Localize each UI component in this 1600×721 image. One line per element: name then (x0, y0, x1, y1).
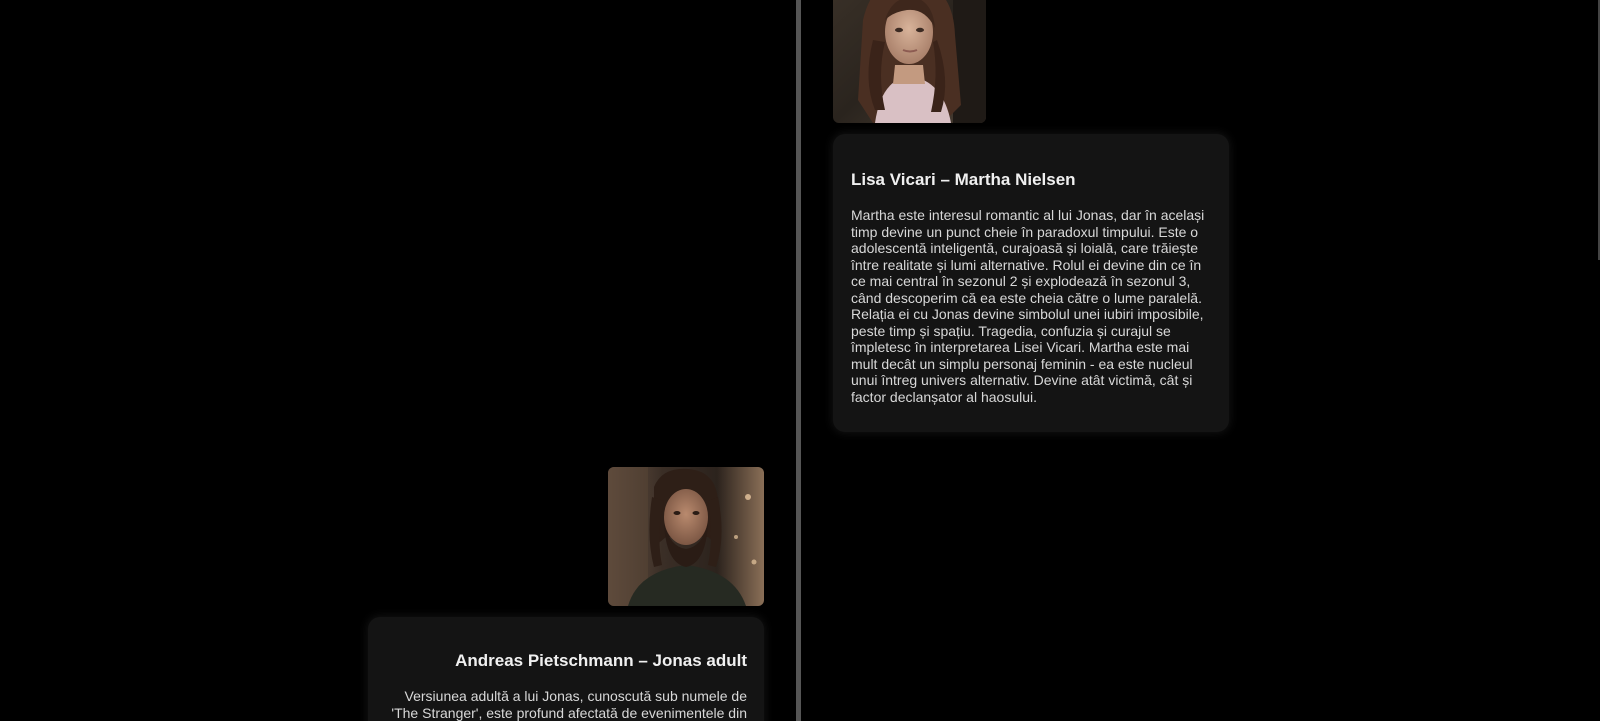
card-title: Lisa Vicari – Martha Nielsen (851, 170, 1076, 189)
card-description: Versiunea adultă a lui Jonas, cunoscută … (391, 688, 747, 721)
card-title: Andreas Pietschmann – Jonas adult (455, 651, 747, 670)
character-card-jonas-adult: Andreas Pietschmann – Jonas adult Versiu… (368, 617, 764, 721)
jonas-adult-photo (608, 467, 764, 606)
timeline-page: Lisa Vicari – Martha Nielsen Martha este… (0, 0, 1600, 721)
martha-portrait-image (833, 0, 986, 123)
jonas-adult-portrait-image (608, 467, 764, 606)
martha-photo (833, 0, 986, 123)
timeline-center-line (796, 0, 801, 721)
card-description: Martha este interesul romantic al lui Jo… (851, 207, 1205, 405)
character-card-martha: Lisa Vicari – Martha Nielsen Martha este… (833, 134, 1229, 432)
